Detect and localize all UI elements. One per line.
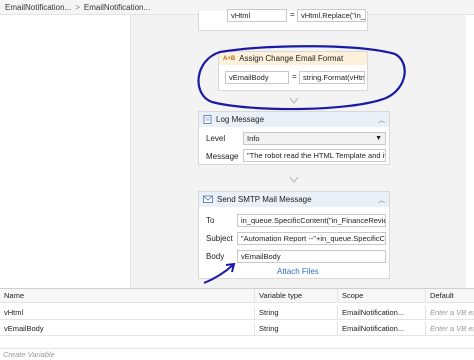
column-header-default[interactable]: Default bbox=[426, 289, 474, 303]
subject-field[interactable]: "Automation Report --"+in_queue.Specific… bbox=[237, 232, 386, 245]
level-label: Level bbox=[206, 134, 226, 143]
breadcrumb-item[interactable]: EmailNotification... bbox=[5, 3, 71, 12]
variable-name[interactable]: vHtml bbox=[0, 306, 255, 320]
collapse-icon[interactable]: ︿ bbox=[378, 195, 385, 205]
column-header-scope[interactable]: Scope bbox=[338, 289, 426, 303]
level-select[interactable]: Info ▼ bbox=[243, 132, 386, 145]
attach-files-link[interactable]: Attach Files bbox=[277, 267, 319, 276]
variables-panel: Name Variable type Scope Default vHtml S… bbox=[0, 288, 474, 348]
breadcrumb-separator-icon: > bbox=[75, 2, 80, 12]
variable-type[interactable]: String bbox=[255, 322, 338, 336]
smtp-title: Send SMTP Mail Message bbox=[217, 195, 312, 204]
create-variable-link[interactable]: Create Variable bbox=[3, 349, 55, 360]
log-icon bbox=[203, 115, 212, 124]
assign-value-field[interactable]: vHtml.Replace("in_ bbox=[297, 9, 366, 22]
table-row[interactable]: vHtml String EmailNotification... Enter … bbox=[0, 306, 474, 320]
collapse-icon[interactable]: ︿ bbox=[378, 115, 385, 125]
equals-sign: = bbox=[290, 10, 295, 19]
annotation-ellipse bbox=[197, 45, 406, 111]
smtp-header: Send SMTP Mail Message bbox=[199, 192, 389, 207]
subject-label: Subject bbox=[206, 234, 233, 243]
assign-to-field[interactable]: vHtml bbox=[227, 9, 287, 22]
level-value: Info bbox=[247, 134, 260, 143]
variable-default-input[interactable]: Enter a VB ex bbox=[426, 322, 474, 336]
variable-type[interactable]: String bbox=[255, 306, 338, 320]
annotation-arrow bbox=[203, 262, 236, 284]
to-label: To bbox=[206, 216, 215, 225]
variable-scope[interactable]: EmailNotification... bbox=[338, 306, 426, 320]
assign-activity-top[interactable]: vHtml = vHtml.Replace("in_ bbox=[198, 9, 368, 31]
log-message-activity[interactable]: Log Message ︿ Level Info ▼ Message "The … bbox=[198, 111, 390, 165]
breadcrumb-item[interactable]: EmailNotification... bbox=[84, 3, 150, 12]
variable-scope[interactable]: EmailNotification... bbox=[338, 322, 426, 336]
mail-icon bbox=[203, 195, 213, 203]
message-label: Message bbox=[206, 152, 239, 161]
dropdown-arrow-icon[interactable]: ▼ bbox=[375, 133, 382, 144]
chevron-down-icon bbox=[289, 176, 299, 183]
table-row[interactable]: vEmailBody String EmailNotification... E… bbox=[0, 322, 474, 336]
designer-canvas: vHtml = vHtml.Replace("in_ A+B Assign Ch… bbox=[0, 9, 474, 288]
variables-header-row: Name Variable type Scope Default bbox=[0, 289, 474, 303]
body-field[interactable]: vEmailBody bbox=[237, 250, 386, 263]
create-variable-row: Create Variable bbox=[0, 348, 474, 360]
variable-default-input[interactable]: Enter a VB ex bbox=[426, 306, 474, 320]
log-title: Log Message bbox=[216, 115, 265, 124]
chevron-down-icon bbox=[289, 97, 299, 104]
log-header: Log Message bbox=[199, 112, 389, 127]
column-header-name[interactable]: Name bbox=[0, 289, 255, 303]
variable-name[interactable]: vEmailBody bbox=[0, 322, 255, 336]
column-header-type[interactable]: Variable type bbox=[255, 289, 338, 303]
to-field[interactable]: in_queue.SpecificContent("in_FinanceRevi… bbox=[237, 214, 386, 227]
body-label: Body bbox=[206, 252, 225, 261]
message-field[interactable]: "The robot read the HTML Template and it bbox=[243, 149, 386, 162]
